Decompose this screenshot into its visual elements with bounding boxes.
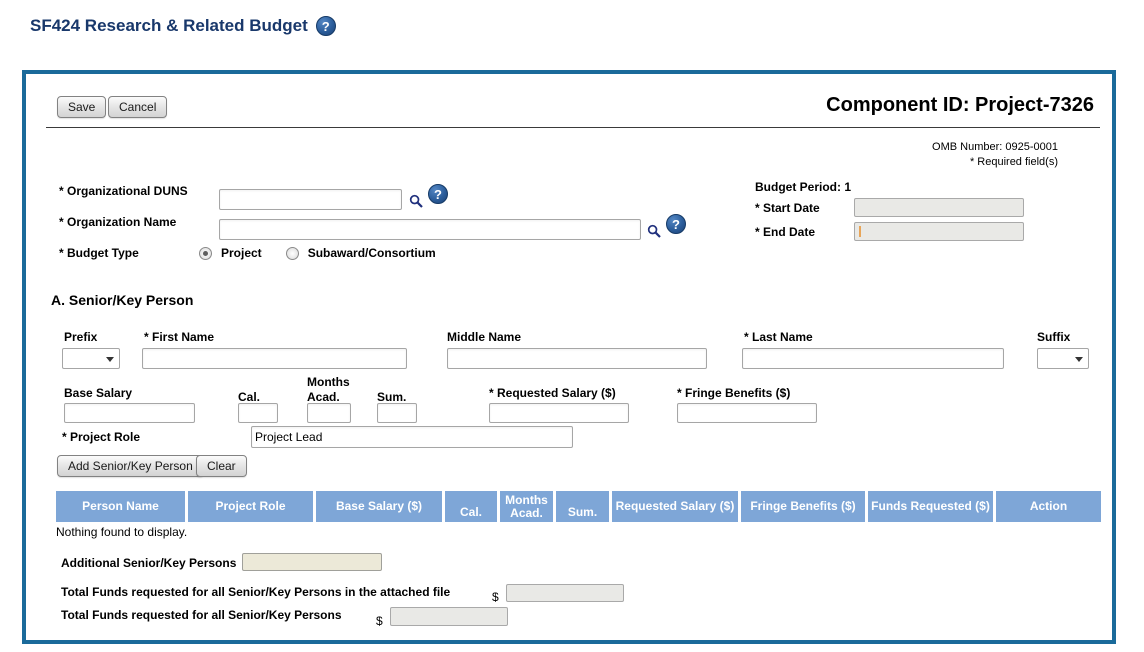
start-date-label: * Start Date [755,201,820,215]
cancel-button[interactable]: Cancel [108,96,168,118]
budget-type-radio-group: Project Subaward/Consortium [199,246,436,260]
section-a-heading: A. Senior/Key Person [51,292,194,308]
add-senior-key-person-button[interactable]: Add Senior/Key Person [57,455,204,477]
col-project-role: Project Role [188,491,313,522]
form-panel: Save Cancel Component ID: Project-7326 O… [22,70,1116,644]
first-name-label: * First Name [144,330,215,344]
suffix-select[interactable] [1037,348,1089,369]
cal-input[interactable] [238,403,278,423]
last-name-label: * Last Name [744,330,813,344]
attached-total-label: Total Funds requested for all Senior/Key… [61,585,451,599]
duns-input[interactable] [219,189,402,210]
additional-persons-input[interactable] [242,553,382,571]
months-label: Months [307,375,350,389]
col-requested-salary: Requested Salary ($) [612,491,738,522]
col-action: Action [996,491,1101,522]
project-role-input[interactable] [251,426,573,448]
help-icon[interactable]: ? [315,16,336,36]
suffix-label: Suffix [1037,330,1071,344]
base-salary-label: Base Salary [64,386,133,400]
clear-button[interactable]: Clear [196,455,247,477]
required-note: * Required field(s) [969,156,1058,168]
col-person-name: Person Name [56,491,185,522]
currency-symbol: $ [376,614,383,628]
budget-type-option-subaward-label[interactable]: Subaward/Consortium [308,246,436,260]
middle-name-label: Middle Name [447,330,522,344]
additional-persons-label: Additional Senior/Key Persons [61,556,237,570]
prefix-select[interactable] [62,348,120,369]
page-title: SF424 Research & Related Budget ? [30,16,336,36]
base-salary-input[interactable] [64,403,195,423]
budget-type-option-project-label[interactable]: Project [221,246,262,260]
col-sum: Sum. [556,491,609,522]
save-button[interactable]: Save [57,96,107,118]
budget-period-label: Budget Period: 1 [755,180,852,194]
end-date-input [854,222,1024,241]
budget-type-radio-subaward[interactable] [285,246,299,260]
org-name-help-icon[interactable]: ? [666,214,686,234]
acad-label: Acad. [307,390,340,404]
duns-search-icon[interactable] [409,194,424,209]
end-date-label: * End Date [755,225,816,239]
col-base-salary: Base Salary ($) [316,491,442,522]
persons-table-header: Person Name Project Role Base Salary ($)… [56,491,1101,522]
org-name-search-icon[interactable] [647,224,662,239]
col-funds-requested: Funds Requested ($) [868,491,993,522]
acad-input[interactable] [307,403,351,423]
header-divider [46,127,1100,128]
budget-type-radio-project[interactable] [199,246,212,260]
help-icon-glyph: ? [434,186,442,202]
attached-total-input [506,584,624,602]
help-icon-glyph: ? [321,18,330,34]
prefix-label: Prefix [64,330,98,344]
empty-table-message: Nothing found to display. [56,525,188,539]
duns-label: * Organizational DUNS [59,184,188,198]
text-caret [859,226,861,237]
duns-help-icon[interactable]: ? [428,184,448,204]
last-name-input[interactable] [742,348,1004,369]
middle-name-input[interactable] [447,348,707,369]
col-months-acad: Months Acad. [500,491,553,522]
overall-total-label: Total Funds requested for all Senior/Key… [61,608,342,622]
first-name-input[interactable] [142,348,407,369]
omb-block: OMB Number: 0925-0001 * Required field(s… [932,140,1058,170]
sum-input[interactable] [377,403,417,423]
org-name-label: * Organization Name [59,215,177,229]
org-name-input[interactable] [219,219,641,240]
start-date-input [854,198,1024,217]
budget-type-label: * Budget Type [59,246,139,260]
currency-symbol: $ [492,590,499,604]
help-icon-glyph: ? [672,216,680,232]
fringe-benefits-input[interactable] [677,403,817,423]
cal-label: Cal. [238,390,261,404]
chevron-down-icon [1075,357,1083,362]
overall-total-input [390,607,508,626]
requested-salary-input[interactable] [489,403,629,423]
project-role-label: * Project Role [62,430,141,444]
chevron-down-icon [106,357,114,362]
requested-salary-label: * Requested Salary ($) [489,386,616,400]
page-title-text: SF424 Research & Related Budget [30,16,308,35]
omb-number: OMB Number: 0925-0001 [932,141,1058,153]
fringe-benefits-label: * Fringe Benefits ($) [677,386,791,400]
col-cal: Cal. [445,491,497,522]
component-id: Component ID: Project-7326 [826,94,1094,116]
sum-label: Sum. [377,390,407,404]
col-fringe-benefits: Fringe Benefits ($) [741,491,865,522]
